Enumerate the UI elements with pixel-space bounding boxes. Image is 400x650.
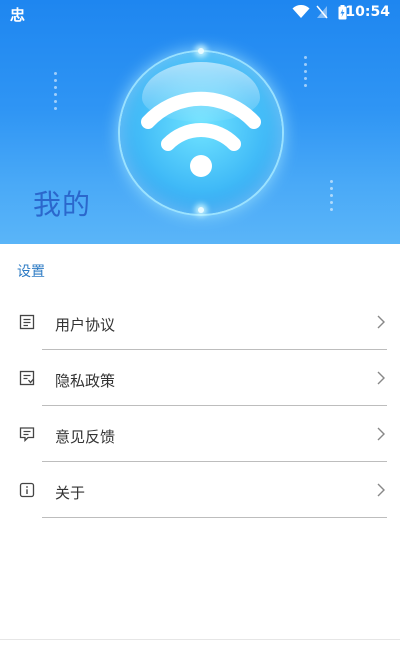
chevron-right-icon [377,427,385,441]
bottom-nav-divider [0,639,400,640]
menu-item-user-agreement[interactable]: 用户协议 [0,294,400,350]
document-icon [19,314,35,330]
header-banner: 忠 10:54 我的 [0,0,400,244]
sparkle-bottom [198,207,204,213]
chevron-right-icon [377,371,385,385]
app-notification-icon: 忠 [10,6,26,24]
feedback-icon [19,427,35,442]
info-icon [19,482,35,498]
sparkle-top [198,48,204,54]
menu-item-label: 用户协议 [55,316,116,334]
decor-dots-right [304,56,308,91]
privacy-document-icon [19,370,35,386]
decor-dots-left [54,72,58,114]
wifi-orb [120,52,282,214]
menu-item-feedback[interactable]: 意见反馈 [0,406,400,462]
wifi-icon [141,91,261,177]
page-title: 我的 [33,188,92,221]
chevron-right-icon [377,315,385,329]
settings-menu: 用户协议 隐私政策 意见反馈 关于 [0,294,400,518]
status-bar: 忠 10:54 [0,0,400,26]
menu-item-label: 关于 [55,484,86,502]
menu-item-label: 意见反馈 [55,428,116,446]
chevron-right-icon [377,483,385,497]
cellular-signal-icon [316,5,328,19]
menu-item-label: 隐私政策 [55,372,116,390]
menu-item-about[interactable]: 关于 [0,462,400,518]
menu-item-privacy-policy[interactable]: 隐私政策 [0,350,400,406]
clock: 10:54 [345,4,390,20]
settings-section-title: 设置 [17,264,45,280]
decor-dots-lower-right [330,180,334,215]
wifi-signal-icon [292,5,310,18]
divider [42,517,387,518]
